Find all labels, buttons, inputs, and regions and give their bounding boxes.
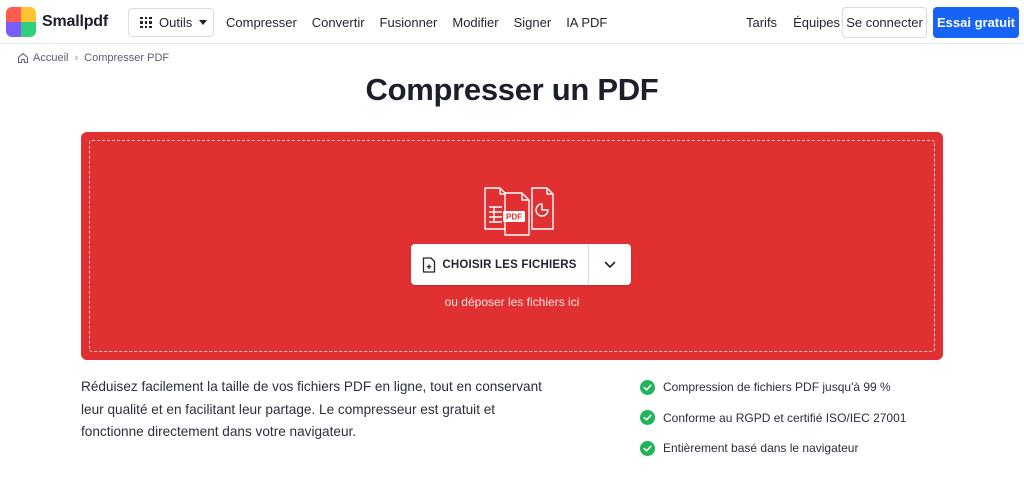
tools-menu-button[interactable]: Outils [128, 8, 214, 37]
nav-link-ai-pdf[interactable]: IA PDF [566, 15, 607, 30]
feature-text: Compression de fichiers PDF jusqu'à 99 % [663, 380, 891, 394]
chevron-down-icon [604, 261, 616, 268]
nav-link-pricing[interactable]: Tarifs [746, 15, 777, 30]
nav-link-sign[interactable]: Signer [514, 15, 552, 30]
choose-files-group: CHOISIR LES FICHIERS [411, 244, 631, 285]
breadcrumb: Accueil › Compresser PDF [17, 52, 169, 64]
nav-link-compress[interactable]: Compresser [226, 15, 297, 30]
nav-link-merge[interactable]: Fusionner [380, 15, 438, 30]
nav-link-teams[interactable]: Équipes [793, 15, 840, 30]
feature-text: Entièrement basé dans le navigateur [663, 441, 859, 455]
choose-source-dropdown-button[interactable] [589, 244, 631, 285]
page-title: Compresser un PDF [365, 72, 659, 107]
logo-text: Smallpdf [42, 13, 108, 30]
secondary-nav: Tarifs Équipes [746, 0, 856, 44]
feature-list: Compression de fichiers PDF jusqu'à 99 %… [640, 377, 906, 469]
tools-menu-label: Outils [159, 15, 193, 30]
check-circle-icon [640, 379, 655, 395]
login-button[interactable]: Se connecter [842, 7, 927, 38]
apps-grid-icon [140, 16, 152, 29]
main-nav: Compresser Convertir Fusionner Modifier … [226, 0, 622, 44]
logo-mark-icon [6, 7, 36, 37]
nav-link-edit[interactable]: Modifier [452, 15, 498, 30]
pdf-badge-text: PDF [506, 213, 522, 222]
drop-hint-text: ou déposer les fichiers ici [444, 295, 580, 309]
breadcrumb-separator-icon: › [74, 52, 79, 64]
nav-link-convert[interactable]: Convertir [312, 15, 365, 30]
feature-item: Entièrement basé dans le navigateur [640, 438, 906, 458]
dropzone-dashed-border: PDF CHOISIR LES FICHIERS ou déposer les … [89, 140, 935, 352]
check-circle-icon [640, 440, 655, 456]
choose-files-label: CHOISIR LES FICHIERS [442, 258, 577, 271]
free-trial-button[interactable]: Essai gratuit [933, 7, 1019, 38]
choose-files-button[interactable]: CHOISIR LES FICHIERS [411, 244, 589, 285]
breadcrumb-current: Compresser PDF [84, 52, 170, 64]
top-navbar: Smallpdf Outils Compresser Convertir Fus… [0, 0, 1024, 44]
feature-item: Compression de fichiers PDF jusqu'à 99 % [640, 377, 906, 397]
feature-text: Conforme au RGPD et certifié ISO/IEC 270… [663, 410, 907, 425]
tool-description: Réduisez facilement la taille de vos fic… [81, 379, 542, 439]
pdf-files-icon: PDF [484, 187, 554, 236]
caret-down-icon [199, 20, 208, 25]
home-icon [18, 53, 28, 63]
feature-item: Conforme au RGPD et certifié ISO/IEC 270… [640, 408, 906, 428]
breadcrumb-home-link[interactable]: Accueil [33, 52, 68, 64]
smallpdf-logo[interactable]: Smallpdf [6, 7, 108, 37]
file-dropzone[interactable]: PDF CHOISIR LES FICHIERS ou déposer les … [81, 132, 943, 360]
file-add-icon [423, 256, 436, 273]
check-circle-icon [640, 410, 655, 425]
